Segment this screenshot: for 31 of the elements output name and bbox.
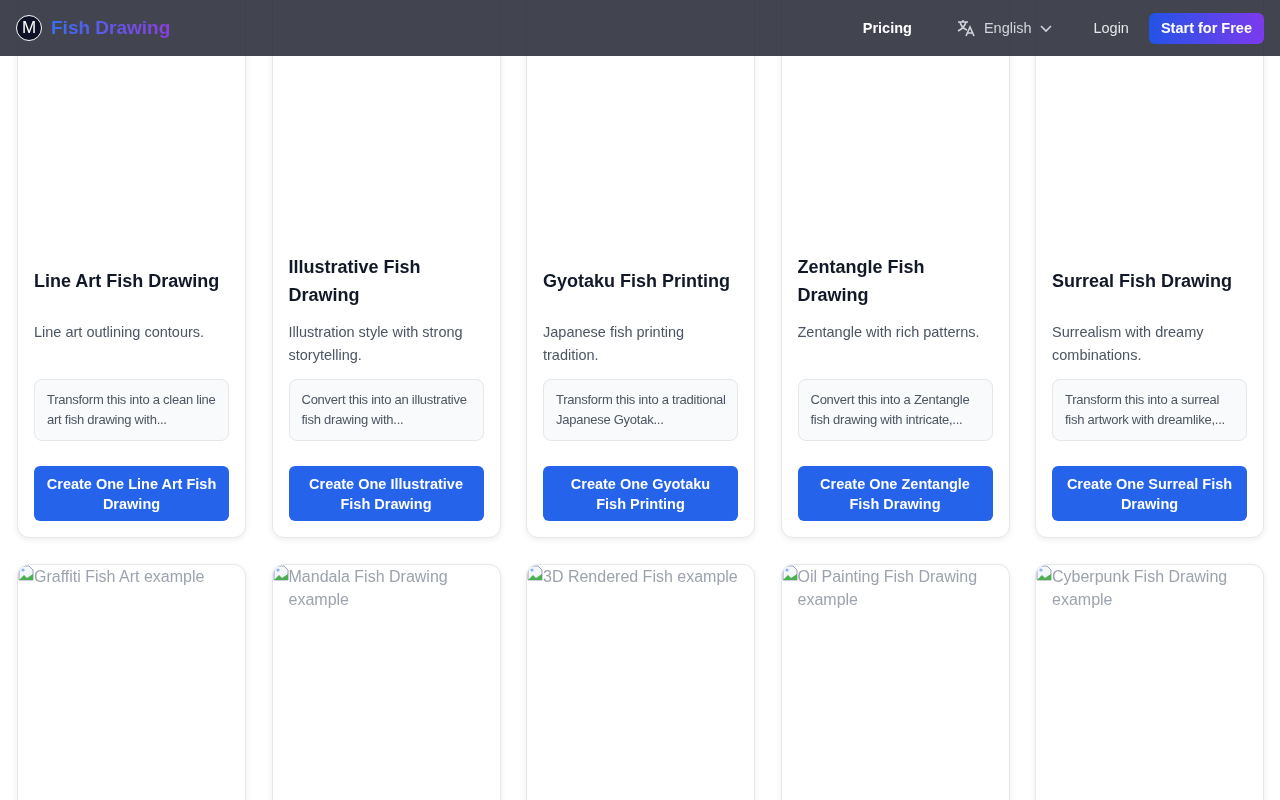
card-title: Gyotaku Fish Printing bbox=[543, 270, 730, 293]
prompt-preview: Convert this into a Zentangle fish drawing with intricate,... bbox=[797, 379, 993, 441]
image-alt-text: Oil Painting Fish Drawing example bbox=[797, 567, 979, 610]
create-button[interactable]: Create One Line Art Fish Drawing bbox=[34, 466, 229, 521]
image-alt-text: Mandala Fish Drawing example bbox=[288, 567, 449, 610]
prompt-preview: Transform this into a surreal fish artwork with dreamlike,... bbox=[1052, 379, 1247, 441]
image-alt-text: Graffiti Fish Art example bbox=[34, 567, 205, 587]
card-description: Line art outlining contours. bbox=[34, 323, 206, 342]
card-title: Surreal Fish Drawing bbox=[1052, 270, 1233, 293]
prompt-preview: Convert this into an illustrative fish drawing with... bbox=[288, 379, 484, 441]
create-button[interactable]: Create One Surreal Fish Drawing bbox=[1052, 466, 1247, 521]
card-title: Zentangle Fish Drawing bbox=[797, 256, 926, 307]
create-button[interactable]: Create One Zentangle Fish Drawing bbox=[797, 466, 993, 521]
create-button[interactable]: Create One Gyotaku Fish Printing bbox=[543, 466, 738, 521]
create-button[interactable]: Create One Illustrative Fish Drawing bbox=[288, 466, 484, 521]
prompt-preview: Transform this into a clean line art fish drawing with... bbox=[34, 379, 229, 441]
nav-link[interactable]: Pricing bbox=[862, 20, 912, 36]
card-description: Japanese fish printing tradition. bbox=[543, 323, 686, 365]
card-description: Surrealism with dreamy combinations. bbox=[1052, 323, 1205, 365]
nav-link[interactable]: Login bbox=[1093, 20, 1129, 36]
prompt-preview: Transform this into a traditional Japanese Gyotak... bbox=[543, 379, 738, 441]
card-title: Illustrative Fish Drawing bbox=[288, 256, 422, 307]
image-alt-text: Cyberpunk Fish Drawing example bbox=[1052, 567, 1229, 610]
translate-icon bbox=[955, 18, 976, 38]
card-description: Illustration style with strong storytelling. bbox=[288, 323, 464, 365]
card-title: Line Art Fish Drawing bbox=[34, 270, 220, 293]
language-selector[interactable]: English bbox=[955, 18, 1054, 38]
start-free-button[interactable]: Start for Free bbox=[1148, 12, 1264, 44]
logo-icon[interactable]: M bbox=[16, 15, 42, 41]
image-alt-text: 3D Rendered Fish example bbox=[543, 567, 738, 587]
card-description: Zentangle with rich patterns. bbox=[797, 323, 981, 342]
